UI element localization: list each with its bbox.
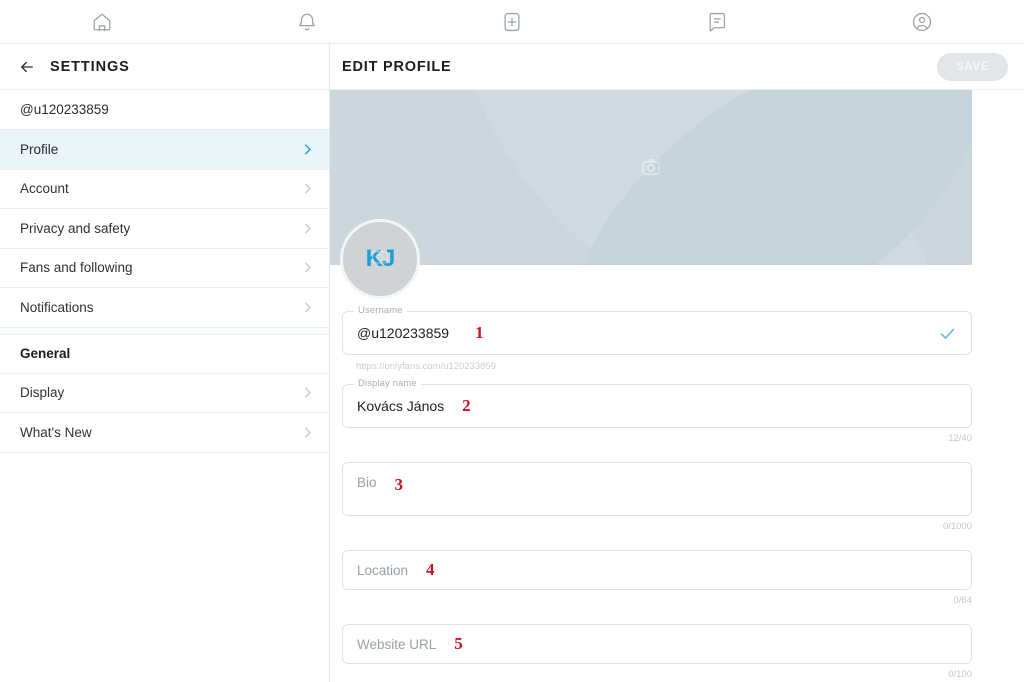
username-field-block: Username @u120233859 1 https://onlyfans.… [342,305,972,372]
camera-icon [640,156,662,183]
sidebar-header: SETTINGS [0,44,329,90]
main-layout: SETTINGS @u120233859 Profile Account Pri… [0,44,1024,682]
home-icon [91,11,113,33]
settings-sidebar: SETTINGS @u120233859 Profile Account Pri… [0,44,330,682]
sidebar-account-row[interactable]: @u120233859 [0,90,329,130]
form-spacer [342,606,972,624]
chevron-right-icon [300,385,315,400]
website-placeholder: Website URL [357,636,437,652]
annotation-5: 5 [454,634,463,653]
content-header: EDIT PROFILE SAVE [330,44,1024,90]
sidebar-item-display[interactable]: Display [0,373,329,413]
website-url-input[interactable]: Website URL 5 [342,624,972,664]
camera-icon [370,247,390,272]
sidebar-empty-space [0,452,329,682]
sidebar-item-label: Privacy and safety [20,220,131,236]
annotation-2: 2 [462,396,471,415]
profile-banner[interactable] [330,90,972,265]
nav-new-post-button[interactable] [410,0,615,43]
page-title: EDIT PROFILE [342,58,452,75]
display-name-label: Display name [354,378,421,389]
check-icon [938,324,957,343]
username-url-hint: https://onlyfans.com/u120233859 [356,361,496,372]
sidebar-item-fans-and-following[interactable]: Fans and following [0,248,329,288]
nav-profile-button[interactable] [819,0,1024,43]
chevron-right-icon [300,425,315,440]
sidebar-item-label: Account [20,181,69,197]
nav-home-button[interactable] [0,0,205,43]
sidebar-section-general: General [0,334,329,374]
edit-profile-panel: EDIT PROFILE SAVE KJ Username @u12023385… [330,44,1024,682]
location-placeholder: Location [357,562,409,578]
sidebar-item-account[interactable]: Account [0,169,329,209]
profile-icon [911,11,933,33]
nav-messages-button[interactable] [614,0,819,43]
sidebar-divider [0,327,329,335]
display-name-input[interactable]: Display name Kovács János 2 [342,378,972,428]
bio-input[interactable]: Bio 3 [342,462,972,516]
top-navigation-bar [0,0,1024,44]
location-field-block: Location 4 0/64 [342,550,972,606]
display-name-counter: 12/40 [948,433,972,444]
bio-field-block: Bio 3 0/1000 [342,462,972,532]
sidebar-item-label: Fans and following [20,260,133,276]
section-label: General [20,346,71,361]
chevron-right-icon [300,181,315,196]
annotation-1: 1 [475,323,484,342]
sidebar-item-label: What's New [20,424,92,440]
annotation-3: 3 [394,475,404,494]
sidebar-item-privacy-and-safety[interactable]: Privacy and safety [0,209,329,249]
sidebar-item-label: Profile [20,141,59,157]
location-input[interactable]: Location 4 [342,550,972,590]
form-spacer [342,532,972,550]
chevron-right-icon [300,221,315,236]
chevron-right-icon [300,142,315,157]
username-value: @u120233859 [357,325,450,341]
bell-icon [296,11,318,33]
display-name-field-block: Display name Kovács János 2 12/40 [342,378,972,444]
website-field-block: Website URL 5 0/100 [342,624,972,680]
save-button[interactable]: SAVE [937,52,1008,81]
website-counter: 0/100 [948,669,972,680]
banner-upload-area[interactable] [330,156,972,183]
username-label: Username [354,305,407,316]
bio-counter: 0/1000 [942,521,972,532]
back-arrow-icon[interactable] [18,58,36,76]
sidebar-item-label: Display [20,385,65,401]
account-username: @u120233859 [20,102,109,117]
sidebar-item-notifications[interactable]: Notifications [0,288,329,328]
sidebar-title: SETTINGS [50,58,130,75]
sidebar-item-whats-new[interactable]: What's New [0,413,329,453]
avatar[interactable]: KJ [340,219,420,299]
display-name-value: Kovács János [357,398,445,414]
form-spacer [342,444,972,462]
add-post-icon [501,11,523,33]
nav-notifications-button[interactable] [205,0,410,43]
annotation-4: 4 [426,560,435,579]
profile-form: Username @u120233859 1 https://onlyfans.… [330,265,1024,682]
bio-placeholder: Bio [357,475,377,490]
messages-icon [706,11,728,33]
chevron-right-icon [300,300,315,315]
sidebar-item-profile[interactable]: Profile [0,130,329,170]
chevron-right-icon [300,260,315,275]
form-spacer [342,372,972,384]
sidebar-item-label: Notifications [20,299,94,315]
username-input[interactable]: Username @u120233859 1 [342,305,972,355]
location-counter: 0/64 [953,595,973,606]
